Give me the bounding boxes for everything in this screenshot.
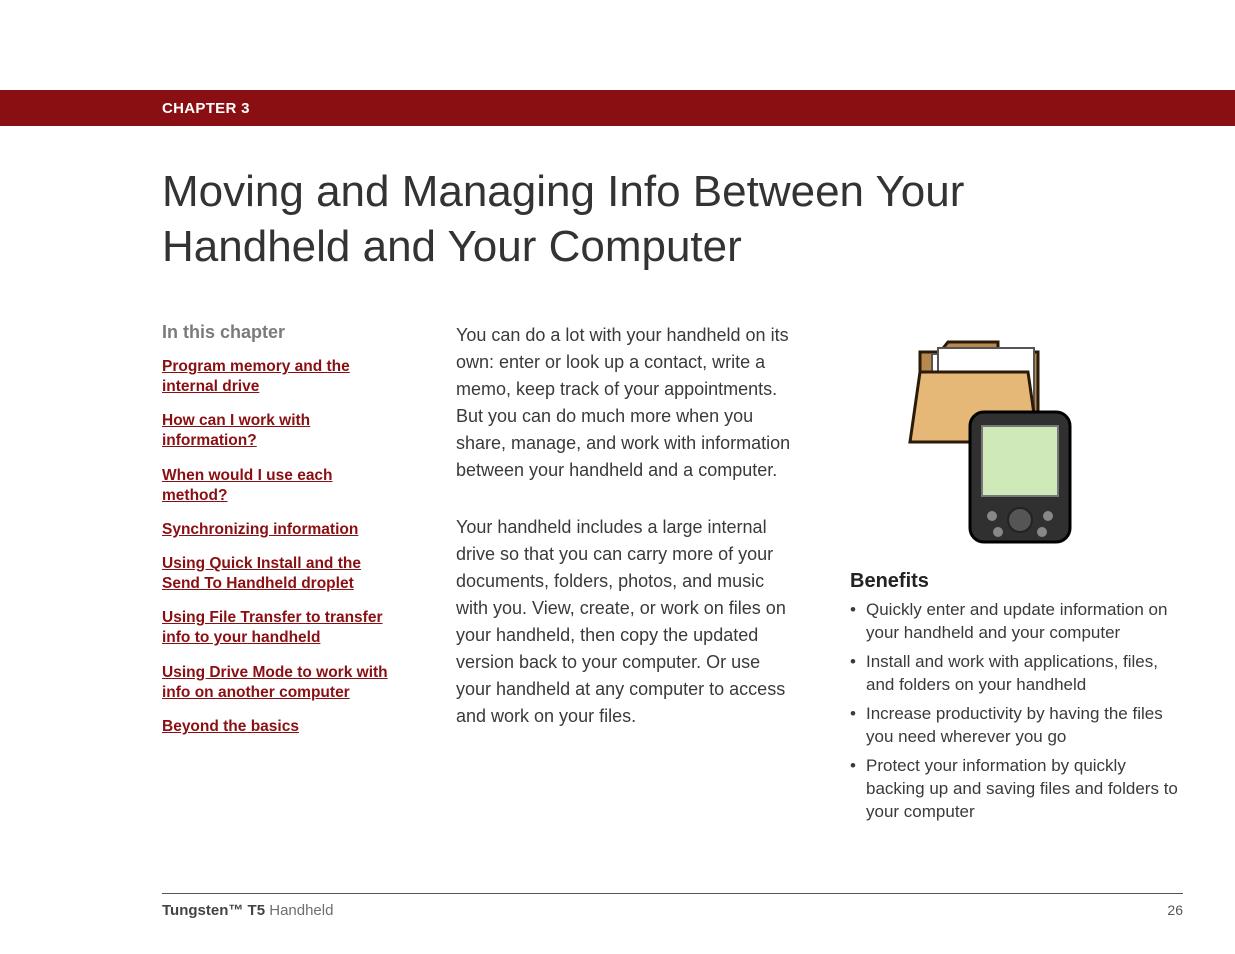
hero-illustration: [850, 322, 1090, 552]
page-title: Moving and Managing Info Between Your Ha…: [162, 164, 1022, 274]
intro-paragraph-1: You can do a lot with your handheld on i…: [456, 322, 796, 484]
handheld-folder-icon: [850, 322, 1090, 552]
columns: In this chapter Program memory and the i…: [162, 322, 1183, 829]
chapter-label: CHAPTER 3: [162, 100, 250, 117]
benefit-item: Protect your information by quickly back…: [850, 755, 1183, 824]
benefit-item: Quickly enter and update information on …: [850, 599, 1183, 645]
body-column: You can do a lot with your handheld on i…: [456, 322, 796, 829]
benefit-item: Increase productivity by having the file…: [850, 703, 1183, 749]
page-content: Moving and Managing Info Between Your Ha…: [0, 126, 1235, 939]
toc-column: In this chapter Program memory and the i…: [162, 322, 402, 829]
page-footer: Tungsten™ T5 Handheld 26: [162, 902, 1183, 939]
footer-rule: [162, 893, 1183, 894]
benefits-list: Quickly enter and update information on …: [850, 599, 1183, 823]
right-column: Benefits Quickly enter and update inform…: [850, 322, 1183, 829]
toc-link-how-work-info[interactable]: How can I work with information?: [162, 411, 392, 451]
footer-product-name: Tungsten™ T5: [162, 902, 265, 919]
footer-product: Tungsten™ T5 Handheld: [162, 902, 333, 919]
footer-product-rest: Handheld: [265, 902, 333, 919]
toc-link-sync-info[interactable]: Synchronizing information: [162, 520, 392, 540]
toc-link-file-transfer[interactable]: Using File Transfer to transfer info to …: [162, 608, 392, 648]
top-spacer: [0, 0, 1235, 90]
benefits-heading: Benefits: [850, 570, 1183, 593]
benefit-item: Install and work with applications, file…: [850, 651, 1183, 697]
toc-link-beyond-basics[interactable]: Beyond the basics: [162, 717, 392, 737]
intro-paragraph-2: Your handheld includes a large internal …: [456, 514, 796, 730]
toc-link-drive-mode[interactable]: Using Drive Mode to work with info on an…: [162, 663, 392, 703]
toc-link-quick-install[interactable]: Using Quick Install and the Send To Hand…: [162, 554, 392, 594]
chapter-header-bar: CHAPTER 3: [0, 90, 1235, 126]
footer-page-number: 26: [1167, 902, 1183, 918]
toc-link-program-memory[interactable]: Program memory and the internal drive: [162, 357, 392, 397]
toc-heading: In this chapter: [162, 322, 402, 343]
toc-link-when-use-method[interactable]: When would I use each method?: [162, 466, 392, 506]
